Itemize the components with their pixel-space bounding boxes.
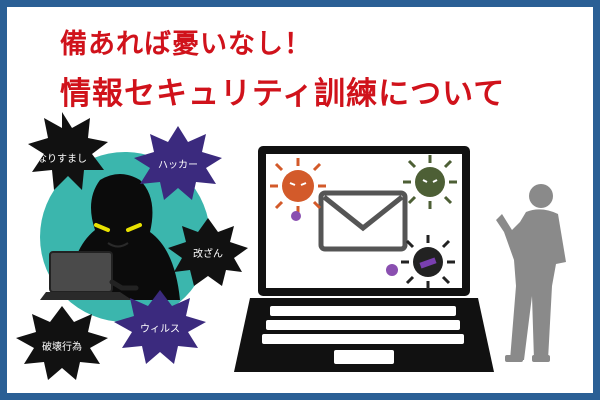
label-virus: ウィルス [140,324,180,335]
trackpad [334,350,394,364]
virus-particle-icon [291,211,301,221]
virus-particle-icon [386,264,398,276]
label-hacker: ハッカー [158,160,198,171]
label-destruction: 破壊行為 [42,342,82,353]
envelope-icon [318,190,408,252]
keyboard-keys [262,306,464,344]
label-tampering: 改ざん [193,249,223,260]
hacker-laptop-icon [49,251,113,293]
main-laptop [234,146,494,372]
label-impersonation: なりすまし [37,154,87,165]
person-silhouette-icon [496,184,566,362]
